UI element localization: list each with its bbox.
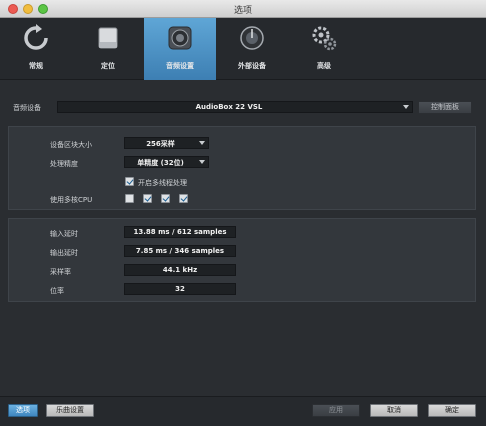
precision-select[interactable]: 单精度 (32位) [124, 156, 209, 168]
output-latency-label: 输出延时 [50, 249, 78, 257]
apply-button[interactable]: 应用 [312, 404, 360, 417]
tab-advanced-label: 高级 [317, 62, 331, 70]
tab-audio-setup[interactable]: 音频设置 [144, 18, 216, 80]
sample-rate-value: 44.1 kHz [124, 264, 236, 276]
song-settings-button[interactable]: 乐曲设置 [46, 404, 94, 417]
bit-depth-label: 位率 [50, 287, 64, 295]
precision-label: 处理精度 [50, 160, 78, 168]
gears-icon [312, 26, 337, 51]
refresh-icon [24, 24, 48, 50]
window-title: 选项 [233, 6, 252, 16]
tab-external-devices-label: 外部设备 [238, 62, 266, 70]
control-panel-button[interactable]: 控制面板 [418, 101, 472, 114]
multithread-label: 开启多线程处理 [138, 179, 187, 187]
ok-button[interactable]: 确定 [428, 404, 476, 417]
sample-rate-label: 采样率 [50, 268, 71, 276]
cpu-core-checkbox-4[interactable] [179, 194, 188, 203]
cancel-button[interactable]: 取消 [370, 404, 418, 417]
speaker-icon [168, 26, 192, 50]
multicore-label: 使用多核CPU [50, 196, 93, 204]
cpu-core-checkbox-1[interactable] [125, 194, 134, 203]
audio-device-value: AudioBox 22 VSL [195, 103, 263, 111]
tab-audio-setup-label: 音频设置 [166, 62, 194, 70]
info-panel [8, 218, 476, 302]
input-latency-value: 13.88 ms / 612 samples [124, 226, 236, 238]
tab-general-label: 常规 [29, 62, 43, 70]
precision-value: 单精度 (32位) [137, 159, 184, 167]
bit-depth-value: 32 [124, 283, 236, 295]
chevron-down-icon [199, 160, 205, 164]
input-latency-label: 输入延时 [50, 230, 78, 238]
cpu-core-checkbox-2[interactable] [143, 194, 152, 203]
tab-location-label: 定位 [101, 62, 115, 70]
chevron-down-icon [199, 141, 205, 145]
audio-device-label: 音频设备 [13, 104, 41, 112]
multithread-checkbox[interactable] [125, 177, 134, 186]
tab-location[interactable]: 定位 [72, 18, 144, 80]
preferences-tab-bar: 常规 定位 音频设置 外部设备 高级 [0, 18, 486, 80]
tab-advanced[interactable]: 高级 [288, 18, 360, 80]
output-latency-value: 7.85 ms / 346 samples [124, 245, 236, 257]
chevron-down-icon [403, 105, 409, 109]
cpu-core-checkbox-3[interactable] [161, 194, 170, 203]
buffer-size-label: 设备区块大小 [50, 141, 92, 149]
tab-external-devices[interactable]: 外部设备 [216, 18, 288, 80]
options-button[interactable]: 选项 [8, 404, 38, 417]
audio-device-select[interactable]: AudioBox 22 VSL [57, 101, 413, 113]
drive-icon [98, 27, 118, 49]
title-bar: 选项 [0, 0, 486, 18]
buffer-size-value: 256采样 [146, 140, 175, 148]
tab-general[interactable]: 常规 [0, 18, 72, 80]
knob-icon [240, 26, 264, 50]
buffer-size-select[interactable]: 256采样 [124, 137, 209, 149]
